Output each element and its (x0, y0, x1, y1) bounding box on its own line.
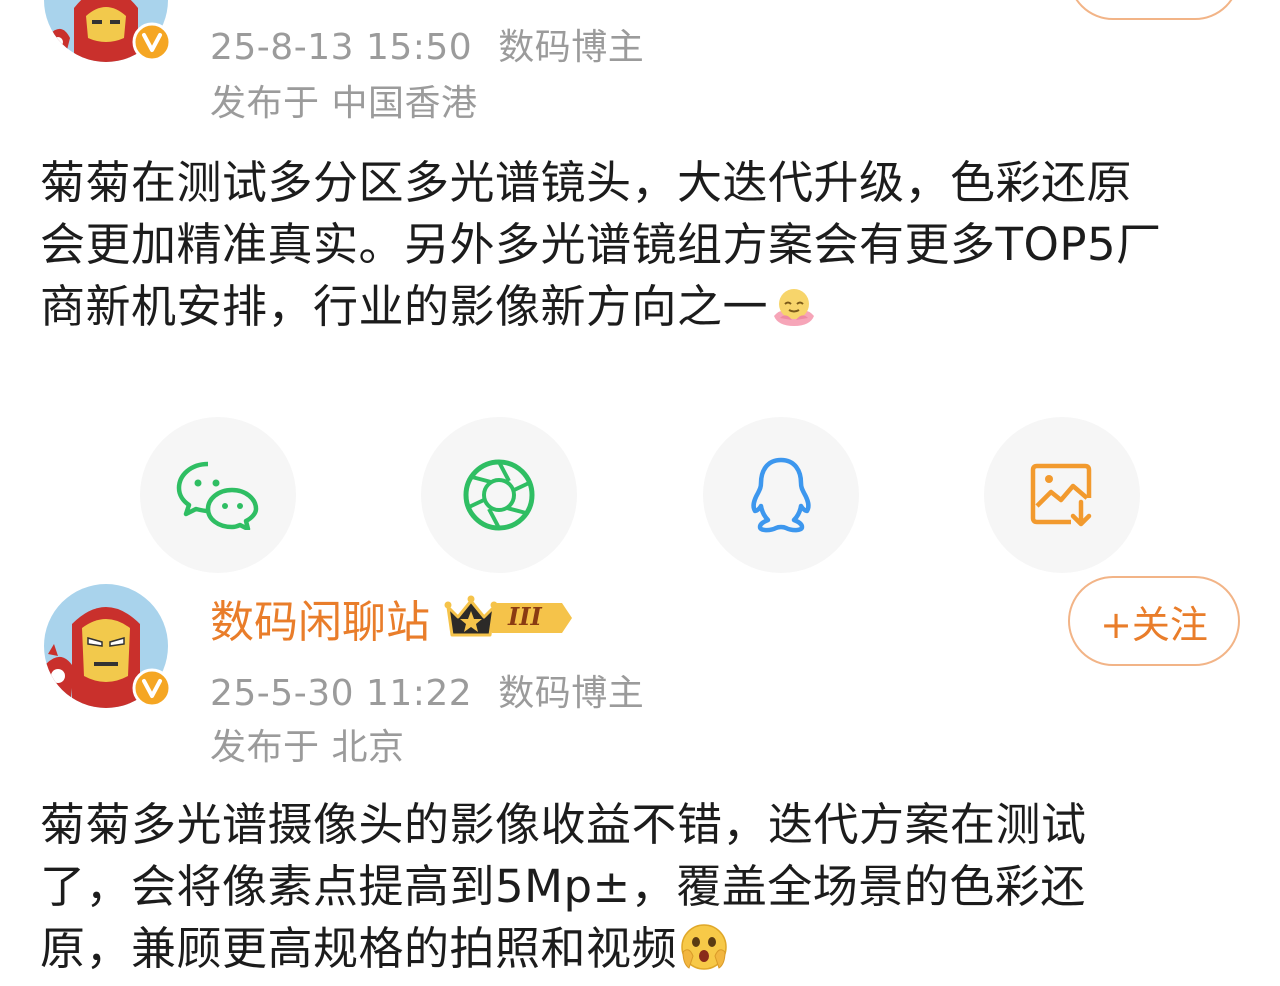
location-prefix: 发布于 (210, 727, 320, 768)
post-line: 原，兼顾更高规格的拍照和视频 (40, 918, 1260, 980)
post-body[interactable]: 菊菊在测试多分区多光谱镜头，大迭代升级，色彩还原 会更加精准真实。另外多光谱镜组… (40, 152, 1260, 338)
verified-badge-icon (132, 668, 172, 708)
author-role: 数码博主 (498, 673, 645, 714)
share-row (0, 417, 1280, 577)
qq-icon (751, 457, 811, 533)
share-moments-button[interactable] (421, 417, 577, 573)
username-row: 数码闲聊站 III (210, 586, 572, 650)
username[interactable]: 数码闲聊站 (210, 586, 430, 650)
follow-button[interactable]: +关注 (1068, 576, 1240, 666)
shocked-face-emoji-icon (681, 924, 727, 970)
post-line: 会更加精准真实。另外多光谱镜组方案会有更多TOP5厂 (40, 218, 1162, 271)
share-wechat-button[interactable] (140, 417, 296, 573)
post-meta-date-role: 25-8-13 15:50 数码博主 (210, 18, 644, 70)
avatar[interactable] (44, 0, 172, 62)
post-location: 发布于 中国香港 (210, 74, 477, 126)
vip-level: III (508, 602, 542, 631)
location-prefix: 发布于 (210, 83, 320, 124)
share-qq-button[interactable] (703, 417, 859, 573)
post-card: 25-8-13 15:50 数码博主 发布于 中国香港 菊菊在测试多分区多光谱镜头… (0, 0, 1280, 345)
post-meta-date-role: 25-5-30 11:22 数码博主 (210, 664, 644, 716)
wechat-icon (176, 461, 259, 530)
post-body[interactable]: 菊菊多光谱摄像头的影像收益不错，迭代方案在测试 了，会将像素点提高到5Mp±，覆… (40, 794, 1260, 980)
post-line: 菊菊在测试多分区多光谱镜头，大迭代升级，色彩还原 (40, 156, 1133, 209)
post-date: 25-8-13 15:50 (210, 27, 473, 68)
follow-button-partial[interactable] (1068, 0, 1240, 20)
post-line: 了，会将像素点提高到5Mp±，覆盖全场景的色彩还 (40, 860, 1086, 913)
save-image-icon (1030, 463, 1092, 527)
post-line: 菊菊多光谱摄像头的影像收益不错，迭代方案在测试 (40, 798, 1087, 851)
post-card: 数码闲聊站 III +关注 25-5-30 11:22 数码博主 发布于 北京 菊… (0, 576, 1280, 986)
author-role: 数码博主 (498, 27, 645, 68)
post-location: 发布于 北京 (210, 718, 404, 770)
vip-badge[interactable]: III (444, 593, 572, 643)
verified-badge-icon (132, 22, 172, 62)
avatar[interactable] (44, 584, 172, 708)
moments-icon (463, 459, 535, 531)
save-image-button[interactable] (984, 417, 1140, 573)
location-text: 北京 (331, 727, 405, 768)
post-date: 25-5-30 11:22 (210, 673, 473, 714)
location-text: 中国香港 (331, 83, 478, 124)
lotus-smile-emoji-icon (774, 289, 815, 326)
post-line: 商新机安排，行业的影像新方向之一 (40, 276, 1260, 338)
